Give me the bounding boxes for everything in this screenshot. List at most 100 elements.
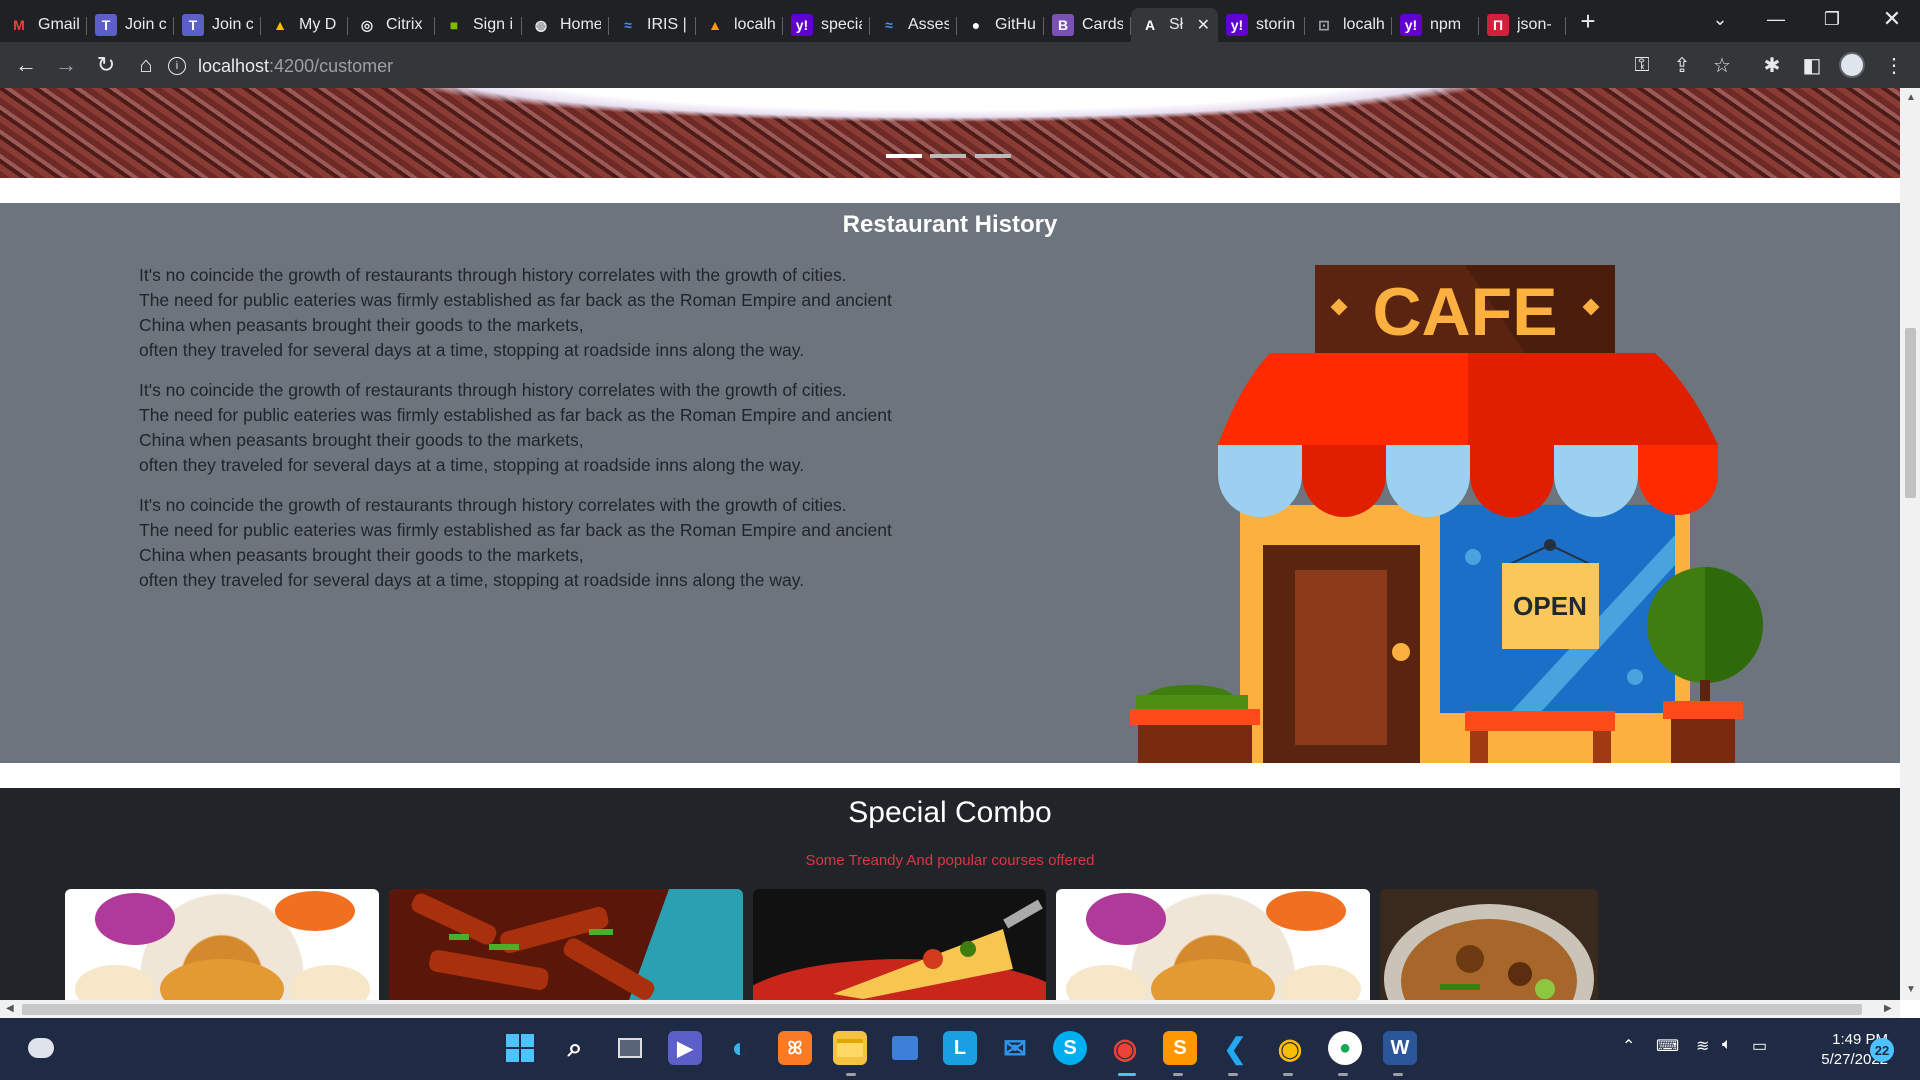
tab[interactable]: ◎ Citrix (348, 8, 435, 42)
battery-icon[interactable]: ▭ (1752, 1036, 1767, 1056)
tab[interactable]: T Join c (174, 8, 261, 42)
menu-icon[interactable]: ⋮ (1876, 46, 1912, 84)
sublime-icon[interactable]: S (1163, 1031, 1197, 1065)
horizontal-scroll-thumb[interactable] (22, 1004, 1862, 1015)
tab-title: GitHu (995, 16, 1036, 33)
notification-badge[interactable]: 22 (1870, 1038, 1894, 1062)
chilli-chicken-art (389, 889, 743, 1000)
biryani-image[interactable] (1380, 889, 1598, 1000)
key-icon[interactable]: ⚿ (1624, 46, 1660, 84)
cafe-door (1295, 570, 1387, 745)
tab[interactable]: y! npm (1392, 8, 1479, 42)
address-bar[interactable]: i localhost:4200/customer (168, 50, 1698, 82)
momos-image[interactable] (1056, 889, 1370, 1000)
search-icon[interactable]: ⌕ (558, 1031, 592, 1065)
side-panel-icon[interactable]: ◧ (1794, 46, 1830, 84)
vertical-scrollbar[interactable]: ▲ ▼ (1900, 88, 1920, 1000)
tab[interactable]: B Cards (1044, 8, 1131, 42)
profile-avatar[interactable] (1834, 46, 1870, 84)
chevron-up-icon[interactable]: ⌃ (1622, 1036, 1635, 1056)
launcher-icon[interactable]: L (943, 1031, 977, 1065)
carousel-indicator-3[interactable] (975, 154, 1011, 158)
tab[interactable]: T Join c (87, 8, 174, 42)
skype-icon[interactable]: S (1053, 1031, 1087, 1065)
tab[interactable]: ● GitHu (957, 8, 1044, 42)
yahoo-icon: y! (1400, 14, 1422, 36)
minimize-button[interactable]: — (1748, 0, 1804, 38)
tree-trunk (1700, 680, 1710, 702)
angular-icon: A (1144, 17, 1156, 33)
keyboard-icon[interactable]: ⌨ (1656, 1036, 1679, 1056)
weather-icon[interactable] (24, 1031, 58, 1065)
angular-icon: ▲ (708, 17, 722, 33)
github-icon: ● (971, 17, 981, 33)
back-button[interactable]: ← (6, 45, 46, 85)
edge-icon[interactable]: ◐ (723, 1031, 757, 1065)
tab-title: My D (299, 16, 337, 33)
chat-icon[interactable]: ▶ (668, 1031, 702, 1065)
tab[interactable]: Пjson- (1479, 8, 1566, 42)
momos-image[interactable] (65, 889, 379, 1000)
store-icon[interactable] (888, 1031, 922, 1065)
tab[interactable]: M Gmail (0, 8, 87, 42)
restore-button[interactable]: ❐ (1804, 0, 1860, 38)
tab[interactable]: ◍ Home (522, 8, 609, 42)
word-icon[interactable]: W (1383, 1031, 1417, 1065)
history-line: often they traveled for several days at … (139, 455, 805, 475)
site-info-icon[interactable]: i (168, 57, 186, 75)
yahoo-icon: y! (791, 14, 813, 36)
tab[interactable]: ≈ Asses (870, 8, 957, 42)
tab-title: storin (1256, 16, 1296, 33)
tab[interactable]: ▲ My D (261, 8, 348, 42)
chrome-icon[interactable]: ◉ (1273, 1031, 1307, 1065)
bookmark-star-icon[interactable]: ☆ (1704, 46, 1740, 84)
task-view-icon[interactable] (613, 1031, 647, 1065)
carousel-indicator-1[interactable] (886, 154, 922, 158)
close-window-button[interactable]: ✕ (1864, 0, 1920, 38)
start-icon[interactable] (503, 1031, 537, 1065)
tab[interactable]: ≈ IRIS | (609, 8, 696, 42)
momos-art (1066, 891, 1361, 1000)
window-counter (1465, 711, 1615, 731)
mail-icon[interactable]: ✉ (998, 1031, 1032, 1065)
tab[interactable]: ⊡ localh (1305, 8, 1392, 42)
vscode-icon[interactable]: ❮ (1218, 1031, 1252, 1065)
counter-leg (1470, 731, 1488, 763)
tab[interactable]: y! specia (783, 8, 870, 42)
cafe-sign-text: CAFE (1372, 274, 1557, 350)
scroll-down-icon[interactable]: ▼ (1906, 984, 1916, 995)
wifi-icon[interactable]: ≋ (1696, 1036, 1709, 1056)
running-indicator (1283, 1073, 1293, 1076)
new-tab-button[interactable]: + (1572, 5, 1604, 37)
file-explorer-icon[interactable] (833, 1031, 867, 1065)
share-icon[interactable]: ⇪ (1664, 46, 1700, 84)
reload-button[interactable]: ↻ (86, 45, 126, 85)
history-paragraph: It's no coincide the growth of restauran… (139, 378, 919, 478)
forward-button[interactable]: → (46, 45, 86, 85)
scroll-left-icon[interactable]: ◀ (6, 1003, 14, 1014)
home-button[interactable]: ⌂ (126, 45, 166, 85)
tab-active[interactable]: A Sł ✕ (1131, 8, 1218, 42)
planter-right-rim (1663, 701, 1743, 719)
extensions-icon[interactable]: ✱ (1754, 46, 1790, 84)
chilli-chicken-image[interactable] (389, 889, 743, 1000)
vertical-scroll-thumb[interactable] (1905, 328, 1916, 498)
tab-search-icon[interactable]: ⌄ (1692, 0, 1748, 38)
tab[interactable]: y! storin (1218, 8, 1305, 42)
scroll-up-icon[interactable]: ▲ (1906, 92, 1916, 103)
xampp-icon[interactable]: ꕤ (778, 1031, 812, 1065)
gmail-icon: M (13, 17, 25, 33)
pizza-image[interactable] (753, 889, 1046, 1000)
planter-left (1138, 725, 1252, 763)
window-dot (1465, 549, 1481, 565)
chrome-icon[interactable]: ◉ (1108, 1031, 1142, 1065)
scroll-right-icon[interactable]: ▶ (1884, 1003, 1892, 1014)
volume-icon[interactable]: 🔈︎ (1722, 1036, 1732, 1054)
tab[interactable]: ■ Sign i (435, 8, 522, 42)
horizontal-scrollbar[interactable]: ◀ ▶ (0, 1000, 1900, 1018)
close-tab-icon[interactable]: ✕ (1197, 15, 1210, 35)
tab-list: M Gmail T Join c T Join c ▲ My D ◎ Citrix ■ Sign i ◍… (0, 0, 1566, 42)
carousel-indicator-2[interactable] (930, 154, 966, 158)
tab[interactable]: ▲ localh (696, 8, 783, 42)
mongodb-icon[interactable]: ● (1328, 1031, 1362, 1065)
